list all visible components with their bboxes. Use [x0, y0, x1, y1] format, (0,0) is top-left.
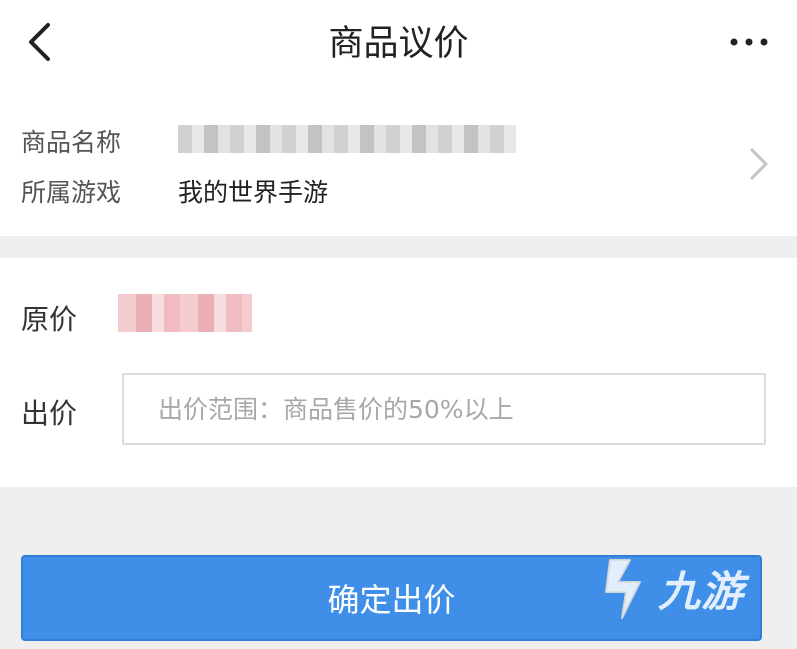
product-name-label: 商品名称 [21, 128, 122, 157]
product-name-redacted [178, 125, 516, 153]
chevron-right-icon [750, 148, 768, 180]
price-card: 原价 出价 [0, 258, 797, 487]
game-label: 所属游戏 [21, 178, 122, 207]
back-button[interactable] [14, 12, 64, 72]
more-horizontal-icon [730, 38, 768, 46]
page-title: 商品议价 [328, 24, 469, 64]
bid-label: 出价 [21, 397, 78, 430]
original-price-label: 原价 [21, 303, 78, 336]
original-price-redacted [118, 294, 252, 332]
submit-bid-button[interactable]: 确定出价 [21, 555, 762, 641]
bid-input[interactable] [122, 373, 766, 445]
product-info-card[interactable]: 商品名称 所属游戏 我的世界手游 [0, 92, 797, 236]
nav-bar: 商品议价 [0, 0, 797, 92]
submit-bid-label: 确定出价 [327, 581, 456, 619]
game-value: 我的世界手游 [178, 178, 329, 207]
more-button[interactable] [719, 20, 779, 64]
chevron-left-icon [29, 23, 50, 61]
